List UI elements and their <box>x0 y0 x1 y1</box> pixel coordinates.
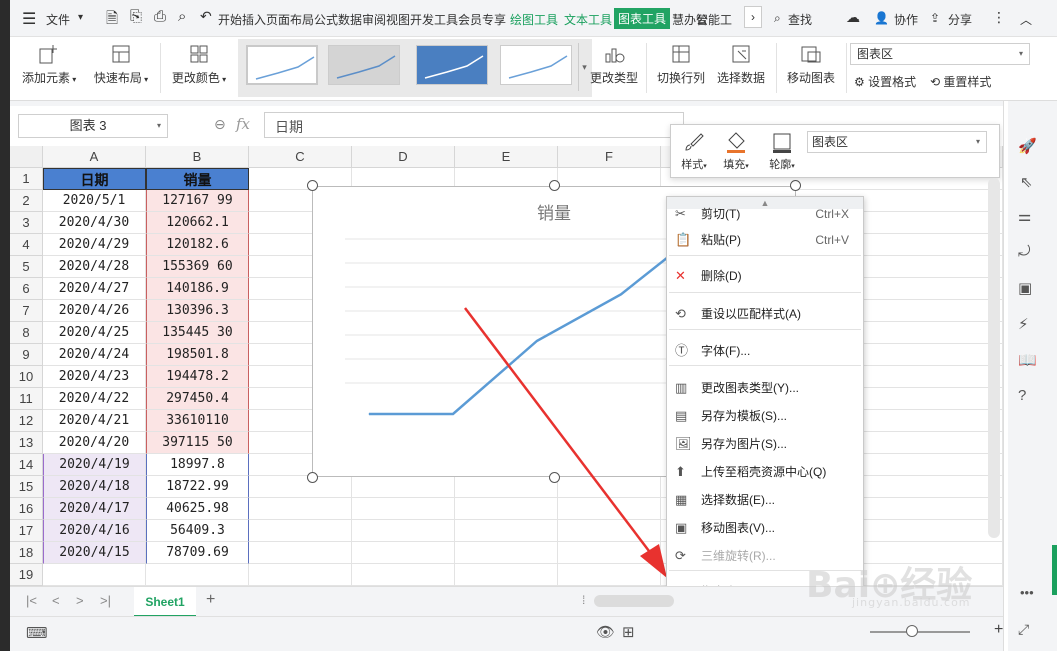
scissors-icon: ✂ <box>675 206 686 221</box>
zoom-in-icon[interactable]: + <box>994 621 1003 639</box>
reset-style-icon: ⟲ <box>675 306 686 321</box>
lightning-icon[interactable]: ⚡ <box>1018 315 1029 333</box>
menu-item-label: 上传至稻壳资源中心(Q) <box>701 465 827 479</box>
menu-item-label: 另存为模板(S)... <box>701 409 787 423</box>
menu-separator <box>669 255 861 256</box>
fullscreen-icon[interactable]: ⤢ <box>1018 621 1029 638</box>
fill-button[interactable]: 填充▾ <box>719 131 753 172</box>
rotate-3d-icon: ⟳ <box>675 548 686 563</box>
menu-separator <box>669 292 861 293</box>
menu-item-label: 剪切(T) <box>701 207 741 221</box>
image-edit-icon[interactable]: ▣ <box>1018 279 1032 297</box>
more-icon[interactable]: ••• <box>1020 585 1034 600</box>
style-button[interactable]: 样式▾ <box>677 131 711 172</box>
zoom-slider-thumb[interactable] <box>906 625 918 637</box>
outline-icon <box>773 133 791 153</box>
move-chart-icon: ▣ <box>675 520 688 535</box>
view-mode-icon[interactable]: ⊞ <box>622 623 635 641</box>
menu-separator <box>669 365 861 366</box>
chart-type-icon: ▥ <box>675 380 688 395</box>
fill-bucket-icon <box>727 132 745 153</box>
context-menu-item[interactable]: ✂ 剪切(T) Ctrl+X <box>667 201 863 227</box>
menu-item-label: 选择数据(E)... <box>701 493 775 507</box>
first-sheet-icon[interactable]: |< <box>26 593 37 608</box>
outline-label: 轮廓 <box>769 159 792 171</box>
save-template-icon: ▤ <box>675 408 688 423</box>
delete-icon: ✕ <box>675 268 686 283</box>
paste-icon: 📋 <box>675 232 692 247</box>
menu-item-shortcut: Ctrl+V <box>815 233 849 247</box>
menu-item-label: 另存为图片(S)... <box>701 437 787 451</box>
format-area-value: 图表区 <box>812 135 849 149</box>
menu-item-label: 字体(F)... <box>701 344 751 358</box>
cursor-icon[interactable]: ⇖ <box>1020 173 1033 191</box>
menu-item-shortcut: Ctrl+X <box>815 207 849 221</box>
scroll-split-icon[interactable]: ⁞ <box>582 593 585 607</box>
fill-label: 填充 <box>723 159 746 171</box>
annotation-arrow <box>464 307 667 578</box>
context-menu-item[interactable]: ▥ 更改图表类型(Y)... <box>667 375 863 401</box>
outline-button[interactable]: 轮廓▾ <box>763 131 801 172</box>
context-menu-item[interactable]: ✕ 删除(D) <box>667 263 863 289</box>
style-label: 样式 <box>681 159 704 171</box>
add-sheet-icon[interactable]: + <box>206 591 215 609</box>
prev-sheet-icon[interactable]: < <box>52 593 60 608</box>
context-menu-item[interactable]: Ⓣ 字体(F)... <box>667 338 863 364</box>
menu-separator <box>669 329 861 330</box>
sheet-tab-sheet1[interactable]: Sheet1 <box>134 587 196 617</box>
arrowhead-icon <box>640 544 667 578</box>
next-sheet-icon[interactable]: > <box>76 593 84 608</box>
menu-item-label: 移动图表(V)... <box>701 521 775 535</box>
floating-format-toolbar: 样式▾ 填充▾ 轮廓▾ 图表区 ▾ <box>670 124 1000 178</box>
upload-icon: ⬆ <box>675 464 686 479</box>
help-icon[interactable]: ? <box>1018 387 1026 404</box>
font-icon: Ⓣ <box>675 343 689 358</box>
format-area-select[interactable]: 图表区 ▾ <box>807 131 987 153</box>
rocket-icon[interactable]: 🚀 <box>1018 137 1037 155</box>
context-menu-item[interactable]: ▤ 另存为模板(S)... <box>667 403 863 429</box>
save-image-icon: 🖼 <box>675 436 692 451</box>
context-menu-item[interactable]: ▣ 移动图表(V)... <box>667 515 863 541</box>
brush-icon <box>685 133 704 151</box>
context-menu-item[interactable]: ⟲ 重设以匹配样式(A) <box>667 301 863 327</box>
menu-item-label: 粘贴(P) <box>701 233 741 247</box>
last-sheet-icon[interactable]: >| <box>100 593 111 608</box>
scrollbar-track <box>1004 101 1008 651</box>
eye-protection-icon[interactable]: 👁 <box>596 623 615 641</box>
horizontal-scrollbar[interactable] <box>594 595 674 607</box>
rotate-icon[interactable]: ⤾ <box>1018 243 1031 260</box>
chevron-down-icon: ▾ <box>975 137 980 146</box>
menu-item-label: 删除(D) <box>701 269 742 283</box>
context-menu-item[interactable]: ▦ 选择数据(E)... <box>667 487 863 513</box>
right-sidebar: 🚀 ⇖ ⚌ ⤾ ▣ ⚡ 📖 ? ••• ⤢ <box>1003 101 1057 651</box>
menu-item-label: 重设以匹配样式(A) <box>701 307 801 321</box>
select-data-icon: ▦ <box>675 492 688 507</box>
sliders-icon[interactable]: ⚌ <box>1018 207 1031 225</box>
macro-record-icon[interactable]: ⌨ <box>26 624 48 642</box>
vertical-scrollbar[interactable] <box>988 178 1000 538</box>
context-menu-item[interactable]: 🖼 另存为图片(S)... <box>667 431 863 457</box>
watermark-url: jingyan.baidu.com <box>852 596 971 609</box>
status-bar: ⌨ 👁 ⊞ + <box>10 616 1003 651</box>
zoom-slider[interactable] <box>870 631 970 633</box>
context-menu-item[interactable]: ⬆ 上传至稻壳资源中心(Q) <box>667 459 863 485</box>
side-accent-bar <box>1052 545 1057 595</box>
book-icon[interactable]: 📖 <box>1018 351 1037 369</box>
menu-item-label: 更改图表类型(Y)... <box>701 381 799 395</box>
context-menu-item[interactable]: 📋 粘贴(P) Ctrl+V <box>667 227 863 253</box>
menu-item-label: 三维旋转(R)... <box>701 549 776 563</box>
